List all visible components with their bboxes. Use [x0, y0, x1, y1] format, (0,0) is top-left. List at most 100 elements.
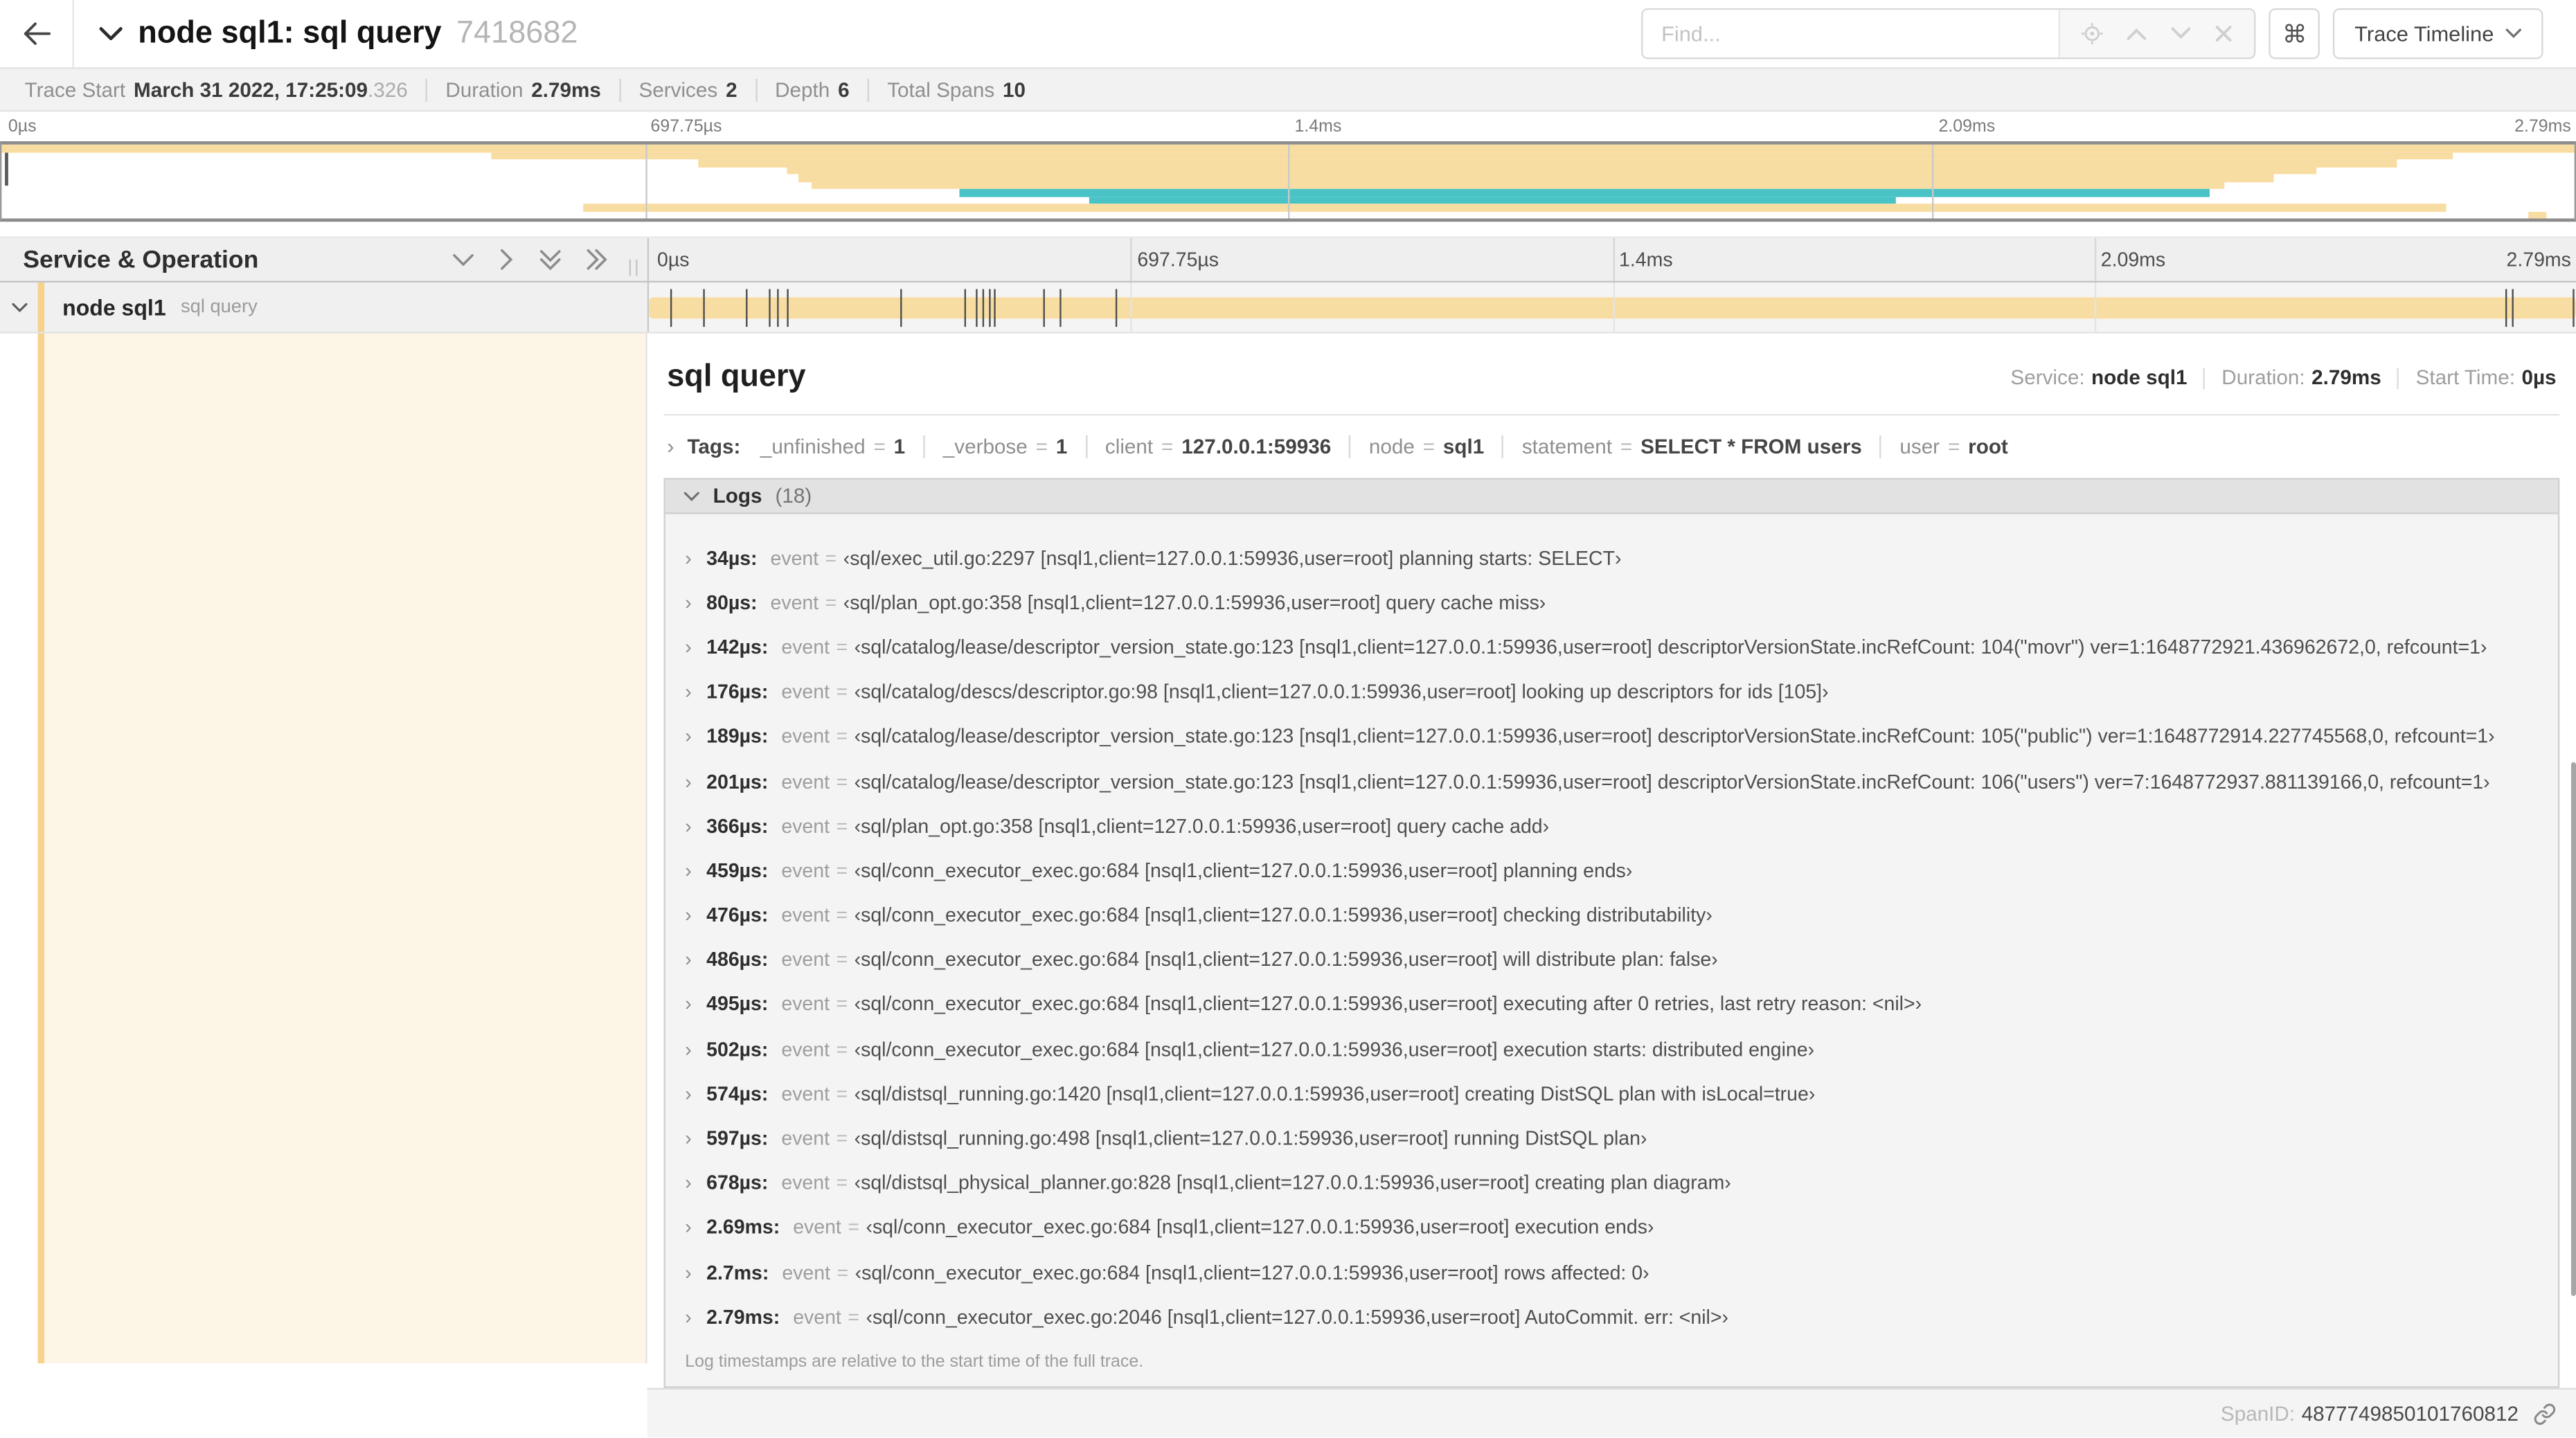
log-marker	[900, 289, 902, 327]
span-detail-left-column	[0, 333, 647, 1363]
trace-view-window: node sql1: sql query 7418682 ⌘ Trace Tim…	[0, 0, 2576, 1438]
log-timestamp: 2.69ms:	[706, 1216, 780, 1239]
log-row[interactable]: › 142µs: event = ‹sql/catalog/lease/descript…	[665, 624, 2558, 669]
tags-title: Tags:	[687, 434, 741, 458]
log-field-key: event	[781, 1126, 830, 1150]
log-row[interactable]: › 80µs: event = ‹sql/plan_opt.go:358 [nsql1,…	[665, 580, 2558, 625]
vertical-scrollbar[interactable]	[2570, 762, 2576, 1296]
log-row[interactable]: › 495µs: event = ‹sql/conn_executor_exec.go:…	[665, 982, 2558, 1027]
span-bar-cell[interactable]	[647, 282, 2576, 332]
prev-match-icon[interactable]	[2126, 26, 2147, 41]
log-equals: =	[836, 948, 848, 971]
log-row[interactable]: › 597µs: event = ‹sql/distsql_running.go:498…	[665, 1116, 2558, 1161]
logs-accordion: Logs (18) › 34µs: event = ‹sql/exec_util.go:…	[663, 478, 2560, 1389]
log-row[interactable]: › 2.79ms: event = ‹sql/conn_executor_exec.go…	[665, 1295, 2558, 1340]
log-row[interactable]: › 34µs: event = ‹sql/exec_util.go:2297 [nsql…	[665, 535, 2558, 580]
span-collapse-chevron-icon[interactable]	[0, 282, 38, 332]
chevron-right-icon: ›	[685, 948, 692, 971]
time-tick-label: 0µs	[656, 248, 690, 271]
duration-value: 2.79ms	[531, 78, 601, 101]
timeline-ruler: 0µs 697.75µs 1.4ms 2.09ms 2.79ms	[647, 238, 2576, 281]
trace-stats-bar: Trace Start March 31 2022, 17:25:09.326 …	[0, 67, 2576, 112]
span-row-name-cell[interactable]: node sql1 sql query	[0, 282, 647, 332]
log-row[interactable]: › 201µs: event = ‹sql/catalog/lease/descript…	[665, 759, 2558, 804]
keyboard-shortcuts-button[interactable]: ⌘	[2269, 8, 2320, 60]
log-row[interactable]: › 2.7ms: event = ‹sql/conn_executor_exec.go:…	[665, 1250, 2558, 1295]
log-row[interactable]: › 2.69ms: event = ‹sql/conn_executor_exec.go…	[665, 1205, 2558, 1250]
log-row[interactable]: › 574µs: event = ‹sql/distsql_running.go:142…	[665, 1071, 2558, 1116]
collapse-all-icon[interactable]	[539, 249, 562, 270]
log-row[interactable]: › 176µs: event = ‹sql/catalog/descs/descript…	[665, 669, 2558, 714]
depth-value: 6	[838, 78, 850, 101]
logs-header[interactable]: Logs (18)	[665, 479, 2558, 514]
log-equals: =	[836, 636, 848, 659]
log-field-key: event	[793, 1305, 841, 1329]
total-spans-value: 10	[1003, 78, 1026, 101]
log-marker	[976, 289, 978, 327]
log-equals: =	[836, 1171, 848, 1195]
log-row[interactable]: › 486µs: event = ‹sql/conn_executor_exec.go:…	[665, 937, 2558, 982]
tag-item[interactable]: user = root	[1899, 435, 2007, 458]
log-equals: =	[836, 814, 848, 838]
collapse-one-icon[interactable]	[451, 252, 474, 267]
chevron-right-icon: ›	[685, 769, 692, 793]
tag-item[interactable]: _verbose = 1	[943, 434, 1087, 458]
log-marker	[745, 289, 747, 327]
start-time-label: Start Time:	[2415, 366, 2515, 390]
command-icon: ⌘	[2282, 19, 2307, 48]
log-row[interactable]: › 678µs: event = ‹sql/distsql_physical_plann…	[665, 1160, 2558, 1205]
locate-icon[interactable]	[2082, 23, 2104, 45]
back-button[interactable]	[0, 0, 74, 68]
find-group	[1641, 8, 2256, 60]
column-resize-grip[interactable]	[629, 259, 638, 276]
chevron-right-icon: ›	[685, 725, 692, 748]
expand-one-icon[interactable]	[499, 248, 514, 271]
span-row[interactable]: node sql1 sql query	[0, 282, 2576, 334]
log-field-value: ‹sql/plan_opt.go:358 [nsql1,client=127.0…	[854, 814, 1550, 838]
trace-start-fraction: .326	[368, 78, 408, 101]
next-match-icon[interactable]	[2171, 26, 2192, 41]
trace-title-group[interactable]: node sql1: sql query 7418682	[74, 0, 578, 67]
tag-equals: =	[1035, 434, 1048, 458]
caret-down-icon	[2505, 28, 2522, 39]
log-marker	[1059, 289, 1062, 327]
tag-item[interactable]: client = 127.0.0.1:59936	[1105, 434, 1351, 458]
expand-all-icon[interactable]	[587, 248, 608, 271]
tag-item[interactable]: _unfinished = 1	[760, 434, 925, 458]
log-row[interactable]: › 502µs: event = ‹sql/conn_executor_exec.go:…	[665, 1027, 2558, 1072]
log-row[interactable]: › 459µs: event = ‹sql/conn_executor_exec.go:…	[665, 848, 2558, 893]
log-field-key: event	[781, 1171, 830, 1195]
minimap-span	[812, 181, 2225, 189]
tags-summary-row[interactable]: › Tags: _unfinished = 1 _verbose = 1 client = 12…	[663, 415, 2559, 478]
log-row[interactable]: › 476µs: event = ‹sql/conn_executor_exec.go:…	[665, 892, 2558, 937]
log-equals: =	[825, 591, 837, 614]
log-timestamp: 34µs:	[706, 546, 758, 570]
logs-count: (18)	[775, 484, 812, 508]
span-detail-panel: sql query Service: node sql1 Duration: 2…	[647, 333, 2576, 1438]
log-field-key: event	[781, 904, 830, 927]
tag-value: 127.0.0.1:59936	[1181, 434, 1332, 458]
divider	[755, 78, 758, 101]
clear-search-icon[interactable]	[2215, 25, 2233, 43]
time-tick-label: 0µs	[8, 116, 37, 136]
page-title: node sql1: sql query	[138, 15, 442, 51]
log-marker	[786, 289, 788, 327]
timeline-grid-line	[2094, 238, 2096, 281]
tag-item[interactable]: node = sql1	[1368, 434, 1504, 458]
tag-key: node	[1368, 434, 1415, 458]
log-equals: =	[836, 1126, 848, 1150]
tag-item[interactable]: statement = SELECT * FROM users	[1522, 434, 1882, 458]
log-marker	[670, 289, 672, 327]
view-selector-button[interactable]: Trace Timeline	[2333, 8, 2543, 60]
log-field-value: ‹sql/conn_executor_exec.go:2046 [nsql1,c…	[866, 1305, 1729, 1329]
log-row[interactable]: › 366µs: event = ‹sql/plan_opt.go:358 [nsql1…	[665, 803, 2558, 848]
log-equals: =	[825, 546, 837, 570]
tag-equals: =	[1947, 434, 1960, 458]
minimap-canvas[interactable]	[0, 141, 2576, 222]
chevron-right-icon: ›	[685, 859, 692, 882]
log-field-key: event	[781, 1037, 830, 1061]
find-input[interactable]	[1643, 10, 2059, 58]
deep-link-icon[interactable]	[2533, 1403, 2556, 1426]
log-row[interactable]: › 189µs: event = ‹sql/catalog/lease/descript…	[665, 714, 2558, 759]
log-timestamp: 189µs:	[706, 725, 769, 748]
